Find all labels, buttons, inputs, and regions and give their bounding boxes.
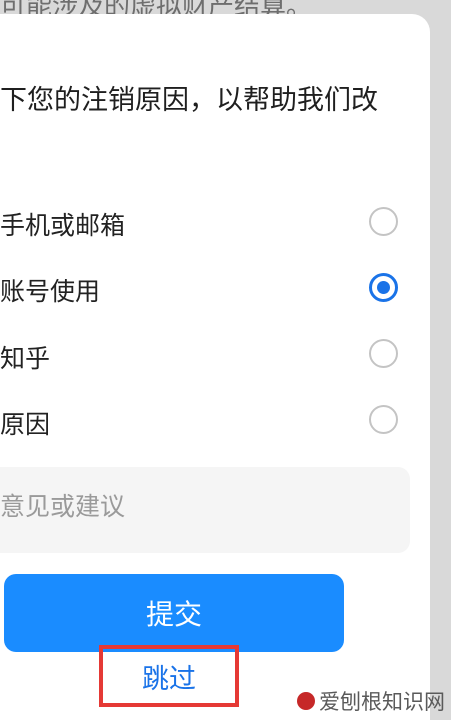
watermark-text: 爱刨根知识网 xyxy=(319,690,445,714)
radio-account-usage[interactable] xyxy=(369,273,398,302)
option-label-phone-email[interactable]: 手机或邮箱 xyxy=(0,206,125,242)
submit-button[interactable]: 提交 xyxy=(4,574,344,652)
watermark-logo-icon xyxy=(297,692,315,710)
option-label-other-reason[interactable]: 原因 xyxy=(0,405,50,441)
watermark: 爱刨根知识网 xyxy=(297,686,445,716)
feedback-input[interactable]: 意见或建议 xyxy=(0,467,410,553)
option-label-account-usage[interactable]: 账号使用 xyxy=(0,272,100,308)
radio-other-reason[interactable] xyxy=(369,405,398,434)
radio-zhihu[interactable] xyxy=(369,339,398,368)
option-label-zhihu[interactable]: 知乎 xyxy=(0,339,50,375)
feedback-placeholder: 意见或建议 xyxy=(0,492,126,521)
dialog-heading: 下您的注销原因，以帮助我们改 xyxy=(0,85,378,116)
radio-phone-email[interactable] xyxy=(369,207,398,236)
cancel-reason-dialog: 下您的注销原因，以帮助我们改 手机或邮箱 账号使用 知乎 原因 意见或建议 提交 xyxy=(0,14,430,720)
skip-button[interactable]: 跳过 xyxy=(99,645,239,707)
